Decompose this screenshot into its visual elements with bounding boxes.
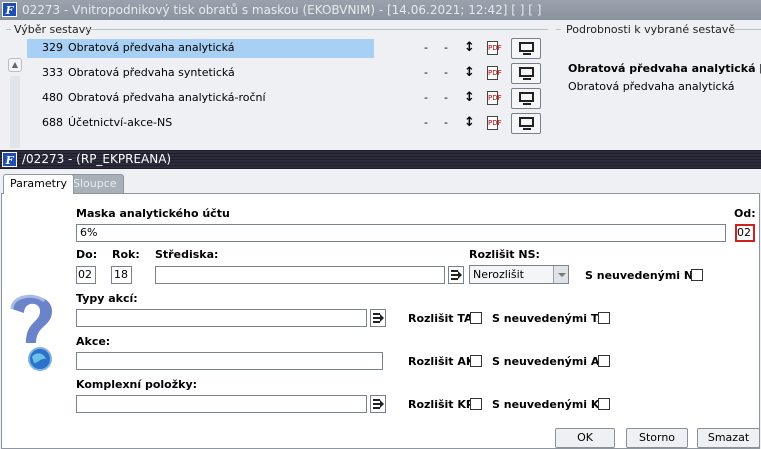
akce-label: Akce:	[76, 335, 111, 348]
report-number: 480	[42, 91, 63, 104]
dialog-title: /02273 - (RP_EKPREANA)	[22, 152, 172, 166]
report-number: 333	[42, 66, 63, 79]
s-neuvedenymi-kp-label: S neuvedenými KP	[492, 398, 608, 411]
rozlisit-kp-label: Rozlišit KP	[408, 398, 474, 411]
report-number: 688	[42, 116, 63, 129]
sort-arrows-icon[interactable]: ↕	[464, 38, 475, 58]
do-label: Do:	[76, 248, 98, 261]
s-neuvedenymi-ak-label: S neuvedenými AK	[492, 355, 608, 368]
strediska-picker-icon[interactable]	[448, 266, 464, 284]
rok-label: Rok:	[112, 248, 140, 261]
storno-button[interactable]: Storno	[626, 428, 688, 448]
parameters-dialog: Parametry Sloupce Maska analytického účt…	[0, 169, 761, 449]
report-section-label: Výběr sestavy	[14, 23, 92, 36]
od-input[interactable]: 02	[735, 224, 755, 242]
pdf-icon[interactable]: PDF	[487, 66, 502, 80]
rozlisit-ns-label: Rozlišit NS:	[469, 248, 540, 261]
report-row[interactable]: 329 Obratová předvaha analytická - - ↕ P…	[27, 38, 547, 59]
typy-akci-picker-icon[interactable]	[370, 309, 386, 327]
komplexni-picker-icon[interactable]	[370, 395, 386, 413]
report-col-a: -	[424, 41, 428, 54]
report-name: Účetnictví-akce-NS	[68, 116, 173, 129]
monitor-preview-button[interactable]	[511, 63, 541, 84]
rozlisit-ak-checkbox[interactable]	[470, 355, 482, 367]
report-row[interactable]: 333 Obratová předvaha syntetická - - ↕ P…	[27, 63, 547, 84]
scrollbar-track[interactable]	[10, 76, 20, 148]
mask-input[interactable]: 6%	[76, 224, 726, 242]
report-col-b: -	[444, 116, 448, 129]
report-name: Obratová předvaha analytická-roční	[68, 91, 266, 104]
s-neuvedenymi-ak-checkbox[interactable]	[598, 355, 610, 367]
pdf-icon[interactable]: PDF	[487, 116, 502, 130]
strediska-input[interactable]	[155, 266, 445, 284]
report-col-b: -	[444, 91, 448, 104]
question-mark-icon	[10, 294, 52, 371]
dialog-titlebar: F /02273 - (RP_EKPREANA)	[0, 150, 761, 169]
akce-input[interactable]	[76, 352, 383, 370]
pdf-icon[interactable]: PDF	[487, 41, 502, 55]
sort-arrows-icon[interactable]: ↕	[464, 88, 475, 108]
sort-arrows-icon[interactable]: ↕	[464, 113, 475, 133]
rozlisit-kp-checkbox[interactable]	[470, 398, 482, 410]
smazat-button[interactable]: Smazat	[697, 428, 760, 448]
monitor-preview-button[interactable]	[511, 38, 541, 59]
scroll-up-button[interactable]: ▲	[8, 58, 22, 72]
pdf-icon[interactable]: PDF	[487, 91, 502, 105]
s-neuvedenymi-kp-checkbox[interactable]	[598, 398, 610, 410]
report-col-a: -	[424, 66, 428, 79]
typy-akci-input[interactable]	[76, 309, 367, 327]
ok-button[interactable]: OK	[555, 428, 615, 448]
rozlisit-ns-value: Nerozlišit	[473, 268, 524, 281]
background-window-title: 02273 - Vnitropodnikový tisk obratů s ma…	[22, 3, 542, 17]
chevron-down-icon[interactable]	[553, 266, 568, 283]
s-neuvedenymi-ns-checkbox[interactable]	[691, 269, 703, 281]
parameters-panel: Maska analytického účtu Od: 6% 02 Do: Ro…	[1, 193, 760, 449]
sort-arrows-icon[interactable]: ↕	[464, 63, 475, 83]
report-col-a: -	[424, 91, 428, 104]
rozlisit-ak-label: Rozlišit AK	[408, 355, 475, 368]
s-neuvedenymi-ta-checkbox[interactable]	[598, 312, 610, 324]
do-input[interactable]: 02	[76, 266, 96, 284]
report-number: 329	[42, 41, 63, 54]
komplexni-input[interactable]	[76, 395, 367, 413]
report-col-b: -	[444, 41, 448, 54]
background-window-titlebar: F 02273 - Vnitropodnikový tisk obratů s …	[0, 0, 761, 20]
s-neuvedenymi-ta-label: S neuvedenými TA	[492, 312, 607, 325]
report-name: Obratová předvaha analytická	[68, 41, 235, 54]
rok-input[interactable]: 18	[111, 266, 132, 284]
monitor-preview-button[interactable]	[511, 88, 541, 109]
report-selection-window: Výběr sestavy Podrobnosti k vybrané sest…	[0, 20, 761, 148]
details-text: Obratová předvaha analytická	[568, 80, 735, 93]
s-neuvedenymi-ns-label: S neuvedenými NS	[585, 269, 702, 282]
rozlisit-ta-checkbox[interactable]	[470, 312, 482, 324]
report-name: Obratová předvaha syntetická	[68, 66, 235, 79]
report-row[interactable]: 480 Obratová předvaha analytická-roční -…	[27, 88, 547, 109]
report-details-panel: Obratová předvaha analytická [329/0 Obra…	[558, 40, 761, 150]
details-title: Obratová předvaha analytická [329/0	[568, 62, 761, 75]
mask-label: Maska analytického účtu	[76, 207, 230, 220]
rozlisit-ns-select[interactable]: Nerozlišit	[469, 265, 569, 284]
rozlisit-ta-label: Rozlišit TA	[408, 312, 473, 325]
od-label: Od:	[734, 207, 756, 220]
report-col-a: -	[424, 116, 428, 129]
app-logo-icon: F	[2, 152, 17, 167]
strediska-label: Střediska:	[155, 248, 219, 261]
details-section-label: Podrobnosti k vybrané sestavě	[566, 23, 736, 36]
report-row[interactable]: 688 Účetnictví-akce-NS - - ↕ PDF	[27, 113, 547, 134]
monitor-preview-button[interactable]	[511, 113, 541, 134]
typy-akci-label: Typy akcí:	[76, 292, 138, 305]
komplexni-label: Komplexní položky:	[76, 378, 198, 391]
report-col-b: -	[444, 66, 448, 79]
tab-parametry[interactable]: Parametry	[3, 174, 74, 194]
app-logo-icon: F	[2, 2, 17, 17]
tab-sloupce[interactable]: Sloupce	[66, 174, 124, 193]
